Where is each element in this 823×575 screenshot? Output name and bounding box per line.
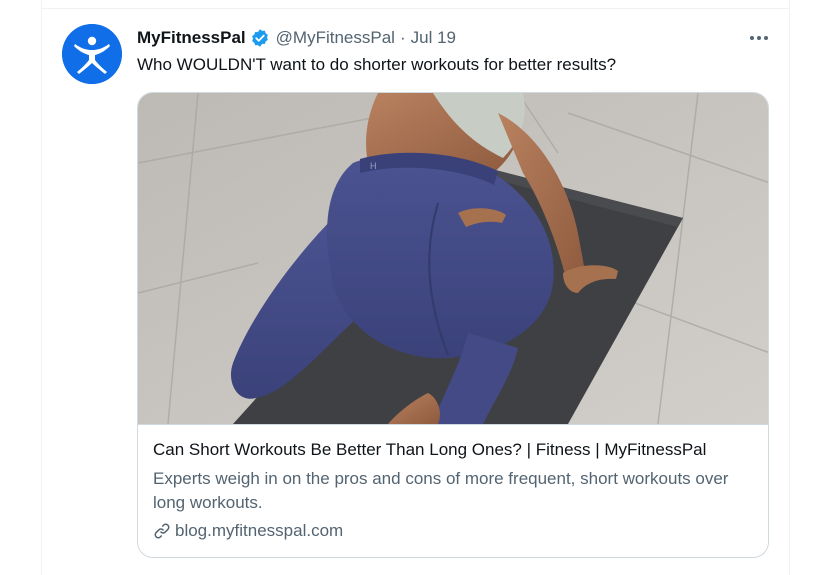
- tweet-header: MyFitnessPal @MyFitnessPal · Jul 19: [137, 27, 456, 49]
- card-description: Experts weigh in on the pros and cons of…: [153, 469, 729, 512]
- card-domain-text: blog.myfitnesspal.com: [175, 521, 344, 540]
- more-options-icon: [750, 36, 768, 40]
- verified-badge-icon: [250, 28, 270, 48]
- link-preview-card[interactable]: H Can Short Workouts Be Better Than Long…: [137, 92, 769, 558]
- svg-text:H: H: [370, 161, 377, 171]
- tweet-date[interactable]: Jul 19: [411, 28, 456, 48]
- card-domain[interactable]: blog.myfitnesspal.com: [153, 521, 343, 541]
- tweet-divider: [41, 8, 790, 9]
- user-handle[interactable]: @MyFitnessPal: [276, 28, 395, 48]
- display-name[interactable]: MyFitnessPal: [137, 28, 246, 48]
- header-separator: ·: [399, 28, 406, 47]
- card-image[interactable]: H: [138, 93, 768, 425]
- link-icon: [153, 522, 171, 540]
- myfitnesspal-logo-icon: [62, 24, 122, 84]
- avatar[interactable]: [62, 24, 122, 84]
- more-options-button[interactable]: [742, 26, 776, 50]
- tweet-text: Who WOULDN'T want to do shorter workouts…: [137, 55, 617, 74]
- workout-photo-icon: H: [138, 93, 768, 424]
- card-title[interactable]: Can Short Workouts Be Better Than Long O…: [153, 440, 706, 460]
